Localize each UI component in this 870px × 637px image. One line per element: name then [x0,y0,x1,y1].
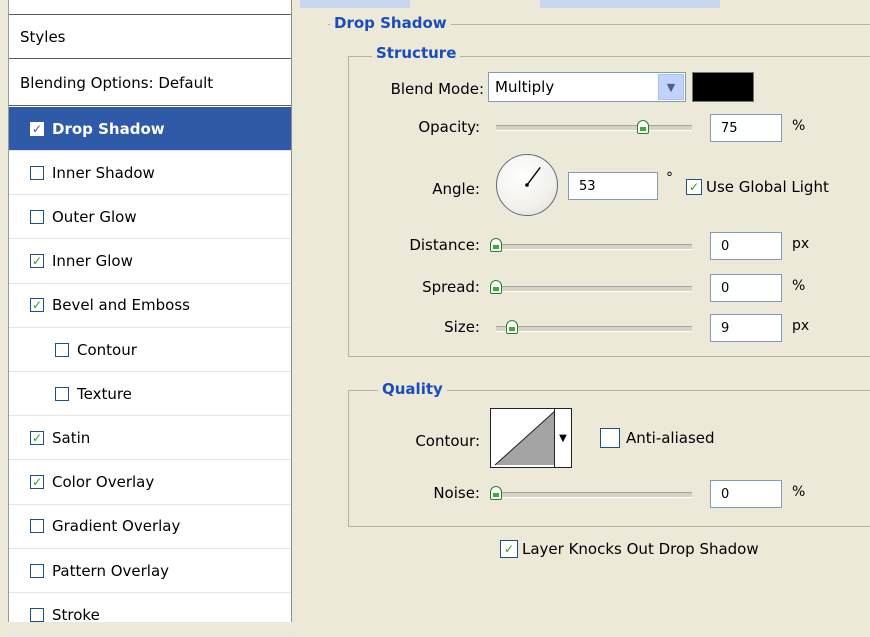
styles-header[interactable]: Styles [9,14,291,59]
opacity-slider-track[interactable] [496,125,692,131]
structure-bottom [348,356,870,357]
style-item-label: Satin [52,428,91,447]
style-item[interactable]: Pattern Overlay [9,549,291,593]
style-item[interactable]: ✓ Drop Shadow [9,107,291,151]
checkbox-icon[interactable] [55,342,69,357]
style-item[interactable]: ✓ Bevel and Emboss [9,284,291,328]
size-slider-track[interactable] [496,326,692,332]
style-item-label: Stroke [52,605,100,624]
size-label: Size: [444,318,480,336]
size-unit: px [792,318,810,334]
style-item[interactable]: Stroke [9,593,291,637]
style-item[interactable]: ✓ Inner Glow [9,240,291,284]
quality-title: Quality [378,380,447,398]
style-item-label: Gradient Overlay [52,517,181,536]
style-item[interactable]: Outer Glow [9,195,291,240]
size-input[interactable]: 9 [710,314,782,342]
style-item-label: Inner Shadow [52,163,155,182]
use-global-light-checkbox[interactable]: ✓ Use Global Light [686,178,829,196]
noise-label: Noise: [433,484,480,502]
spread-slider-track[interactable] [496,286,692,292]
style-item[interactable]: ✓ Color Overlay [9,461,291,505]
distance-slider-track[interactable] [496,244,692,250]
noise-input[interactable]: 0 [710,480,782,508]
checkbox-icon[interactable] [30,607,44,622]
blend-mode-value: Multiply [495,78,555,96]
blending-options-label: Blending Options: Default [20,73,214,92]
checkbox-icon[interactable] [30,165,44,180]
checkbox-icon[interactable] [600,428,620,448]
quality-bottom [348,526,870,527]
style-item-label: Contour [77,340,137,359]
shadow-color-swatch[interactable] [692,72,754,102]
opacity-label: Opacity: [418,118,480,136]
spread-input[interactable]: 0 [710,274,782,302]
checkbox-icon[interactable]: ✓ [686,179,702,195]
contour-dropdown-icon[interactable]: ▼ [554,409,571,467]
style-item-label: Inner Glow [52,252,133,271]
style-item[interactable]: Contour [9,328,291,372]
drop-shadow-title: Drop Shadow [330,14,451,32]
blend-mode-select[interactable]: Multiply ▼ [488,72,686,102]
anti-aliased-label: Anti-aliased [626,429,715,447]
checkbox-icon[interactable] [30,519,44,534]
layer-knocks-out-checkbox[interactable]: ✓ Layer Knocks Out Drop Shadow [500,540,759,558]
opacity-unit: % [792,118,806,134]
checkbox-icon[interactable]: ✓ [30,430,44,445]
style-item-label: Texture [77,384,132,403]
checkbox-icon[interactable]: ✓ [30,298,44,313]
structure-title: Structure [372,44,461,62]
style-item-label: Color Overlay [52,473,155,492]
blend-mode-label: Blend Mode: [390,80,484,98]
checkbox-icon[interactable]: ✓ [30,254,44,269]
angle-unit: ° [666,170,673,186]
checkbox-icon[interactable]: ✓ [30,121,44,136]
contour-label: Contour: [415,432,480,450]
angle-input[interactable]: 53 [568,172,658,200]
checkbox-icon[interactable]: ✓ [30,475,44,490]
distance-input[interactable]: 0 [710,232,782,260]
angle-indicator-icon [525,166,541,187]
styles-header-label: Styles [20,27,66,46]
distance-label: Distance: [409,236,480,254]
checkbox-icon[interactable] [30,209,44,224]
style-item[interactable]: Texture [9,372,291,417]
checkbox-icon[interactable] [30,563,44,578]
distance-slider-thumb[interactable] [490,238,502,252]
use-global-light-label: Use Global Light [706,178,829,196]
styles-list-panel: Styles Blending Options: Default ✓ Drop S… [8,0,292,637]
chevron-down-icon[interactable]: ▼ [658,74,684,100]
style-item-label: Bevel and Emboss [52,296,190,315]
layer-knocks-out-label: Layer Knocks Out Drop Shadow [522,540,759,558]
blending-options-item[interactable]: Blending Options: Default [9,60,291,106]
style-item-label: Drop Shadow [52,119,165,138]
style-item-label: Outer Glow [52,207,137,226]
style-item[interactable]: Inner Shadow [9,151,291,196]
spread-label: Spread: [422,278,480,296]
spread-unit: % [792,278,806,294]
noise-slider-track[interactable] [496,492,692,498]
checkbox-icon[interactable] [55,386,69,401]
contour-picker[interactable]: ▼ [490,408,572,468]
opacity-slider-thumb[interactable] [637,120,649,134]
noise-slider-thumb[interactable] [490,486,502,500]
drop-shadow-options: Drop Shadow Structure Blend Mode: Multip… [300,0,870,622]
checkbox-icon[interactable]: ✓ [500,540,518,558]
contour-curve-icon [494,410,556,466]
size-slider-thumb[interactable] [506,320,518,334]
style-item[interactable]: ✓ Satin [9,416,291,461]
distance-unit: px [792,236,810,252]
opacity-input[interactable]: 75 [710,114,782,142]
spread-slider-thumb[interactable] [490,280,502,294]
angle-label: Angle: [432,180,480,198]
noise-unit: % [792,484,806,500]
style-item[interactable]: Gradient Overlay [9,505,291,549]
style-item-label: Pattern Overlay [52,561,170,580]
angle-dial[interactable] [496,154,558,216]
quality-group [348,390,870,527]
anti-aliased-checkbox[interactable]: Anti-aliased [600,428,715,448]
